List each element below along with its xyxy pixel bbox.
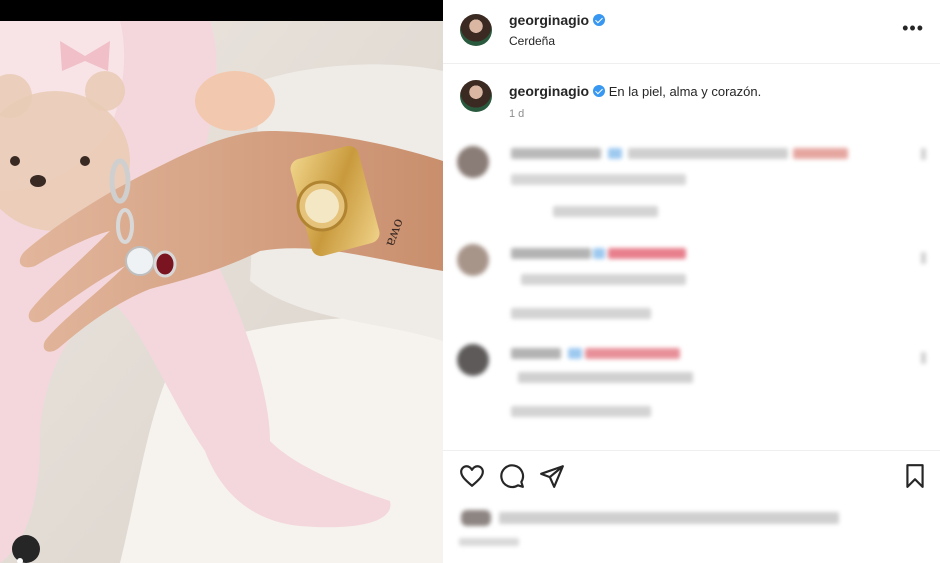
heart-icon[interactable] [459, 463, 485, 489]
likes-avatar-blur [461, 510, 491, 526]
photo-illustration: ɐʍo [0, 21, 443, 563]
comment-meta-blur [511, 406, 651, 417]
more-options-icon[interactable]: ••• [902, 19, 924, 37]
photo-top-bar [0, 0, 443, 21]
comment-avatar [457, 244, 489, 276]
comment-emoji-blur [585, 348, 680, 359]
comment-emoji-blur [608, 248, 686, 259]
comment-like-icon[interactable] [921, 352, 926, 364]
comment-emoji-blur [793, 148, 848, 159]
comment-like-icon[interactable] [921, 252, 926, 264]
comment-like-icon[interactable] [921, 148, 926, 160]
comment-meta-blur [553, 206, 658, 217]
post-header: georginagio Cerdeña ••• [443, 0, 940, 64]
caption-avatar[interactable] [460, 80, 492, 112]
verified-badge-icon [593, 85, 606, 97]
caption-text: En la piel, alma y corazón. [608, 84, 762, 99]
author-username[interactable]: georginagio [509, 12, 606, 28]
user-tag-icon[interactable] [12, 535, 40, 563]
caption-line: georginagio En la piel, alma y corazón. [509, 83, 761, 99]
comment-username-blur [511, 148, 601, 159]
comment-text-blur [628, 148, 788, 159]
comment-badge-blur [608, 148, 622, 159]
post-date-blur [459, 538, 519, 546]
comment-avatar [457, 344, 489, 376]
comment-meta-blur [511, 308, 651, 319]
comment-username-blur [511, 248, 591, 259]
comment-icon[interactable] [499, 463, 525, 489]
comment-avatar [457, 146, 489, 178]
comment-username-blur [511, 348, 561, 359]
verified-badge-icon [593, 14, 606, 26]
likes-text-blur [499, 512, 839, 524]
comment-text-blur [518, 372, 693, 383]
comment-text-blur [511, 174, 686, 185]
caption-username[interactable]: georginagio [509, 83, 589, 99]
post-location[interactable]: Cerdeña [509, 34, 555, 48]
author-username-text[interactable]: georginagio [509, 12, 589, 28]
author-avatar[interactable] [460, 14, 492, 46]
bookmark-icon[interactable] [902, 463, 928, 489]
comment-badge-blur [568, 348, 582, 359]
post-photo[interactable]: ɐʍo [0, 0, 443, 563]
comment-badge-blur [593, 248, 605, 259]
comment-text-blur [521, 274, 686, 285]
action-bar [443, 450, 940, 502]
caption-timestamp[interactable]: 1 d [509, 108, 524, 120]
paper-plane-icon[interactable] [539, 463, 565, 489]
post-side-panel: georginagio Cerdeña ••• georginagio En l… [443, 0, 940, 563]
